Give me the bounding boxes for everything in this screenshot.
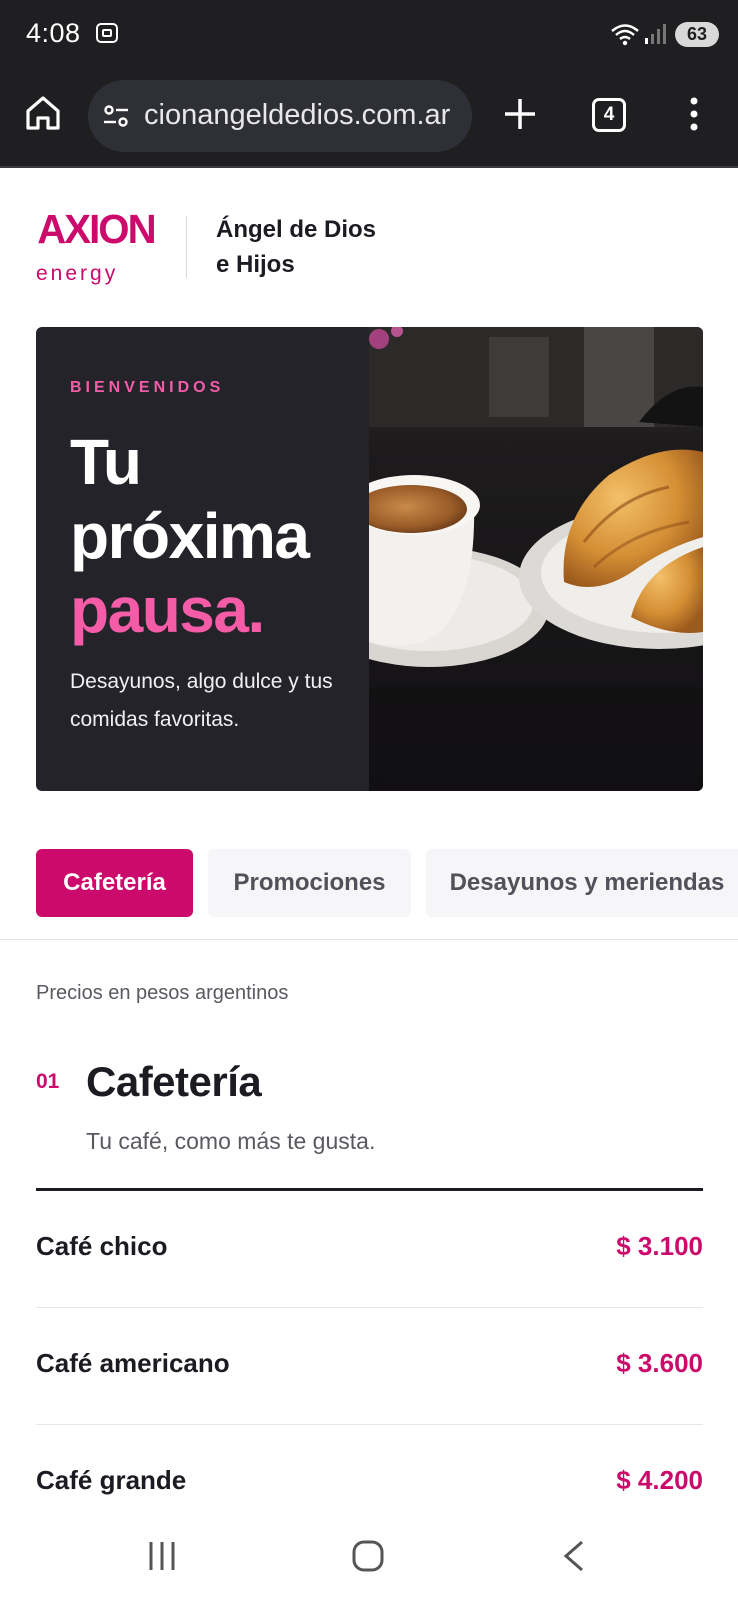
business-name-line2: e Hijos — [216, 251, 295, 278]
battery-indicator: 63 — [675, 22, 719, 47]
business-name-line1: Ángel de Dios — [216, 216, 377, 243]
hero-description: Desayunos, algo dulce y tus comidas favo… — [70, 670, 333, 731]
category-tabs: Cafetería Promociones Desayunos y merien… — [0, 849, 738, 919]
site-settings-icon[interactable] — [102, 102, 130, 130]
section-subtitle: Tu café, como más te gusta. — [86, 1128, 376, 1154]
hero-headline-line1: Tu — [70, 426, 142, 498]
url-text[interactable]: cionangeldedios.com.ar — [144, 99, 462, 132]
wifi-icon — [611, 24, 639, 46]
browser-toolbar: cionangeldedios.com.ar 4 — [0, 70, 738, 168]
home-nav-icon[interactable] — [350, 1538, 386, 1574]
menu-item-name: Café americano — [36, 1348, 230, 1378]
recent-apps-icon[interactable] — [146, 1538, 178, 1574]
back-icon[interactable] — [562, 1538, 586, 1574]
system-nav-bar — [0, 1512, 738, 1600]
tab-switcher-button[interactable]: 4 — [592, 98, 626, 132]
status-time: 4:08 — [26, 18, 81, 48]
menu-item-price: $ 3.600 — [616, 1348, 703, 1378]
tab-cafeteria[interactable]: Cafetería — [36, 849, 193, 917]
screenshot-icon — [96, 23, 118, 43]
section-number: 01 — [36, 1070, 60, 1093]
menu-item-price: $ 4.200 — [616, 1465, 703, 1495]
address-bar[interactable]: cionangeldedios.com.ar — [88, 80, 472, 152]
tabs-divider — [0, 939, 738, 940]
signal-icon — [645, 24, 666, 44]
hero-banner: BIENVENIDOS Tu próxima pausa. Desayunos,… — [36, 327, 703, 791]
hero-headline-accent: pausa. — [70, 574, 265, 646]
new-tab-icon[interactable] — [500, 94, 540, 134]
business-name: Ángel de Dios e Hijos — [216, 212, 376, 282]
more-menu-icon[interactable] — [684, 94, 704, 134]
menu-item[interactable]: Café chico $ 3.100 — [36, 1191, 703, 1308]
section-title: Cafetería — [86, 1058, 262, 1105]
menu-item-price: $ 3.100 — [616, 1231, 703, 1261]
menu-item-name: Café chico — [36, 1231, 168, 1261]
coffee-croissant-photo — [369, 327, 703, 791]
tab-promociones[interactable]: Promociones — [208, 849, 411, 917]
brand-logo[interactable]: AXION — [37, 206, 156, 253]
price-note: Precios en pesos argentinos — [36, 982, 289, 1004]
header-divider — [186, 216, 187, 278]
menu-item-name: Café grande — [36, 1465, 187, 1495]
status-bar: 4:08 63 — [0, 0, 738, 70]
menu-item[interactable]: Café americano $ 3.600 — [36, 1308, 703, 1425]
hero-headline: Tu próxima pausa. — [70, 425, 310, 647]
hero-headline-line2: próxima — [70, 500, 310, 572]
tab-desayunos-meriendas[interactable]: Desayunos y meriendas — [426, 849, 738, 917]
hero-eyebrow: BIENVENIDOS — [70, 379, 225, 396]
brand-logo-sub: energy — [36, 262, 119, 285]
home-icon[interactable] — [22, 92, 64, 134]
